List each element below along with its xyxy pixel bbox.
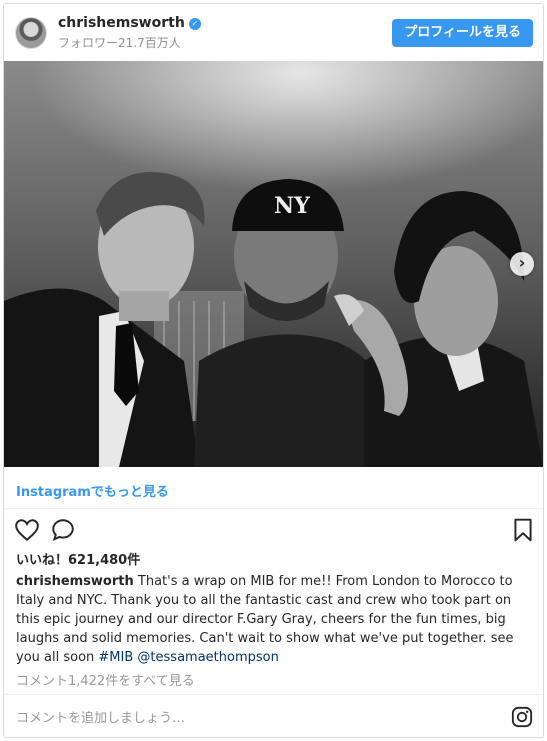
comment-icon[interactable] (50, 517, 76, 543)
action-bar (4, 511, 543, 547)
like-count[interactable]: いいね！621,480件 (16, 549, 140, 568)
svg-text:NY: NY (274, 193, 310, 219)
hashtag-link[interactable]: #MIB (98, 650, 133, 665)
next-photo-button[interactable]: › (510, 252, 534, 276)
comment-input[interactable] (16, 707, 486, 729)
heart-icon[interactable] (14, 517, 40, 543)
mention-link[interactable]: @tessamaethompson (137, 650, 278, 665)
username[interactable]: chrishemsworth (58, 15, 185, 31)
caption-username[interactable]: chrishemsworth (16, 574, 134, 589)
comment-bar (4, 694, 543, 737)
more-bar: Instagramでもっと見る (4, 467, 543, 509)
verified-badge-icon: ✓ (188, 18, 201, 30)
follower-count: フォロワー21.7百万人 (58, 36, 181, 50)
bookmark-icon[interactable] (510, 517, 536, 543)
post-header: chrishemsworth ✓ フォロワー21.7百万人 プロフィールを見る (4, 4, 543, 61)
view-all-comments-link[interactable]: コメント1,422件をすべて見る (16, 670, 195, 689)
view-profile-button[interactable]: プロフィールを見る (392, 19, 533, 47)
profile-avatar[interactable] (15, 17, 47, 49)
chevron-right-icon: › (518, 253, 526, 272)
post-caption: chrishemsworth That's a wrap on MIB for … (16, 572, 531, 667)
view-more-on-instagram-link[interactable]: Instagramでもっと見る (16, 481, 169, 500)
username-row[interactable]: chrishemsworth ✓ (58, 15, 201, 31)
post-photo[interactable]: NY › (4, 61, 543, 467)
instagram-embed-card: chrishemsworth✓ フォロワー21.7百万人 プロフィールを見る (3, 3, 544, 738)
instagram-logo-icon[interactable] (511, 706, 533, 728)
photo-image: NY (4, 61, 543, 467)
